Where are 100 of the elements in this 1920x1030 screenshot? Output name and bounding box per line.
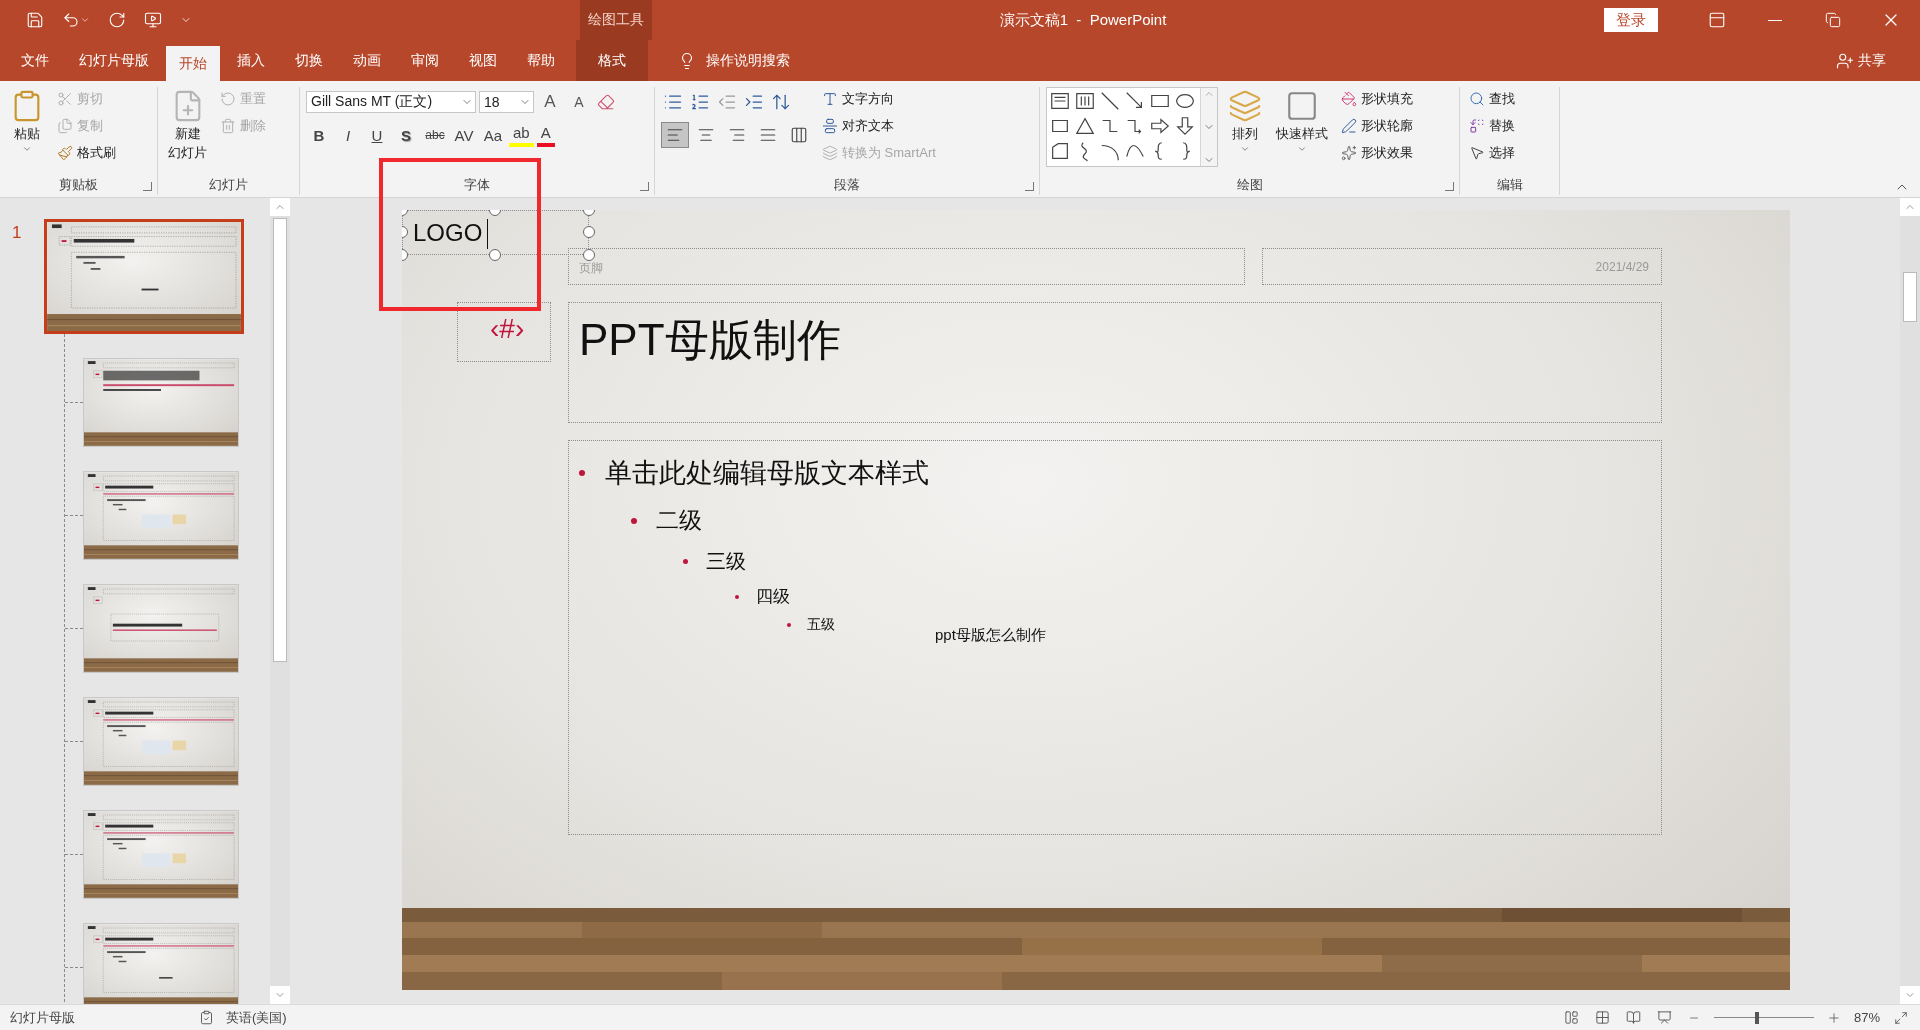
align-icon	[759, 126, 777, 144]
format-button[interactable]: Aa	[480, 122, 506, 148]
numbering-icon	[690, 92, 710, 112]
book-icon	[1625, 1010, 1641, 1025]
pointer-icon	[1469, 145, 1485, 161]
format-button[interactable]: AV	[451, 122, 477, 148]
date-text: 2021/4/29	[1595, 260, 1649, 274]
bullet-text: 单击此处编辑母版文本样式	[605, 457, 929, 490]
format-button[interactable]: abc	[422, 122, 448, 148]
shape-format-button[interactable]: 形状轮廓	[1338, 114, 1416, 138]
group-label: 幻灯片	[209, 176, 248, 194]
shape-icon[interactable]	[1099, 90, 1121, 112]
share-button[interactable]: 共享	[1830, 40, 1892, 81]
resize-handle[interactable]	[489, 249, 501, 261]
align-button[interactable]	[661, 122, 689, 148]
grid-icon	[1594, 1010, 1610, 1025]
resize-handle[interactable]	[583, 249, 595, 261]
tell-me-search[interactable]: 操作说明搜索	[672, 40, 796, 81]
ribbon-tab[interactable]: 审阅	[398, 40, 452, 81]
shape-icon[interactable]	[1074, 90, 1096, 112]
slide-thumbnail[interactable]	[83, 358, 239, 447]
window-title: 演示文稿1 - PowerPoint	[998, 9, 1168, 30]
format-button[interactable]: I	[335, 122, 361, 148]
save-icon	[26, 11, 44, 29]
grow-font-button[interactable]: A	[537, 89, 563, 115]
ribbon-tab[interactable]: 切换	[282, 40, 336, 81]
resize-handle[interactable]	[583, 226, 595, 238]
ribbon-tab[interactable]: 动画	[340, 40, 394, 81]
slide-thumbnail[interactable]	[83, 697, 239, 786]
slide-thumbnail[interactable]	[83, 810, 239, 899]
zoom-thumb[interactable]	[1754, 1011, 1759, 1024]
bullet-icon	[579, 470, 585, 476]
editing-button[interactable]: 查找	[1466, 87, 1518, 111]
ribbon-tab[interactable]: 插入	[224, 40, 278, 81]
paint-bucket-icon	[1341, 91, 1357, 107]
font-size-field[interactable]: 18	[479, 91, 534, 113]
group-label: 剪贴板	[59, 176, 98, 194]
paintbrush-icon	[57, 145, 73, 161]
new-slide-button[interactable]: 新建 幻灯片	[164, 87, 211, 163]
note-text: ppt母版怎么制作	[935, 626, 1046, 645]
group-label: 编辑	[1496, 176, 1523, 194]
slide-number-placeholder[interactable]: ‹#›	[457, 302, 551, 362]
arrange-button[interactable]: 排列	[1224, 87, 1266, 156]
launcher-icon[interactable]	[1445, 182, 1454, 191]
format-button[interactable]: U	[364, 122, 390, 148]
slide-number: 1	[12, 223, 23, 243]
caret-icon	[1297, 144, 1307, 154]
zoom-level[interactable]: 87%	[1853, 1010, 1880, 1025]
shrink-font-button[interactable]: A	[566, 89, 592, 115]
scrollbar-thumb[interactable]	[273, 218, 287, 662]
shape-format-button[interactable]: 形状效果	[1338, 141, 1416, 165]
accessibility-icon	[199, 1010, 214, 1025]
shape-icon[interactable]	[1074, 115, 1096, 137]
caret-icon	[1240, 144, 1250, 154]
text-cursor	[487, 219, 488, 249]
clipboard-button[interactable]: 格式刷	[54, 141, 119, 165]
language-status[interactable]: 英语(美国)	[226, 1008, 287, 1027]
ribbon-tab[interactable]: 幻灯片母版	[66, 40, 162, 81]
search-icon	[1469, 91, 1485, 107]
editing-button[interactable]: 选择	[1466, 141, 1518, 165]
quick-styles-button[interactable]: 快速样式	[1272, 87, 1332, 156]
smartart-icon	[822, 145, 838, 161]
user-icon	[1836, 51, 1854, 70]
shape-icon[interactable]	[1049, 140, 1071, 162]
paste-button[interactable]: 粘贴	[6, 87, 48, 156]
context-group-label: 绘图工具	[580, 0, 652, 40]
slide-thumbnail[interactable]	[83, 584, 239, 673]
bullet-text: 四级	[756, 586, 790, 608]
scrollbar-thumb[interactable]	[1903, 272, 1917, 322]
paragraph-button[interactable]: 文字方向	[819, 87, 939, 111]
slide-thumbnail[interactable]	[44, 219, 244, 334]
launcher-icon[interactable]	[640, 182, 649, 191]
ribbon-tab[interactable]: 开始	[166, 46, 220, 81]
paragraph-button[interactable]: 对齐文本	[819, 114, 939, 138]
ribbon-tab[interactable]: 文件	[8, 40, 62, 81]
arrange-icon	[1228, 89, 1262, 123]
slide-thumbnail[interactable]	[83, 923, 239, 1004]
slide-thumbnail[interactable]	[83, 471, 239, 560]
sign-in-button[interactable]: 登录	[1604, 8, 1658, 32]
shape-icon[interactable]	[1149, 115, 1171, 137]
title-placeholder[interactable]: PPT母版制作	[568, 302, 1662, 423]
quick-styles-icon	[1285, 89, 1319, 123]
font-family-field[interactable]: Gill Sans MT (正文)	[306, 91, 476, 113]
ribbon-tab[interactable]: 格式	[576, 40, 648, 81]
highlight-button[interactable]: ab	[509, 123, 534, 147]
ribbon-tab[interactable]: 视图	[456, 40, 510, 81]
format-button[interactable]: B	[306, 122, 332, 148]
shape-format-button[interactable]: 形状填充	[1338, 87, 1416, 111]
editing-button[interactable]: 替换	[1466, 114, 1518, 138]
shape-icon[interactable]	[1049, 90, 1071, 112]
shape-icon[interactable]	[1174, 115, 1196, 137]
launcher-icon[interactable]	[1025, 182, 1034, 191]
ribbon-tab[interactable]: 帮助	[514, 40, 568, 81]
eraser-icon	[597, 93, 615, 111]
slideshow-icon	[144, 11, 162, 29]
launcher-icon[interactable]	[143, 182, 152, 191]
font-color-button[interactable]: A	[536, 123, 555, 147]
shapes-gallery[interactable]	[1046, 87, 1218, 167]
format-button[interactable]: S	[393, 122, 419, 148]
group-label: 绘图	[1236, 176, 1263, 194]
